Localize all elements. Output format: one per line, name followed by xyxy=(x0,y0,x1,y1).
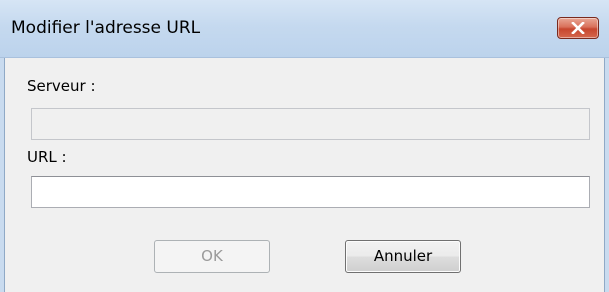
server-label: Serveur : xyxy=(27,77,96,95)
url-label: URL : xyxy=(27,148,67,166)
window-frame-right xyxy=(605,58,609,292)
window-title: Modifier l'adresse URL xyxy=(11,18,201,38)
close-icon xyxy=(571,22,585,34)
dialog-window: Modifier l'adresse URL Serveur : URL : O… xyxy=(0,0,609,292)
cancel-button[interactable]: Annuler xyxy=(345,240,461,273)
title-bar[interactable]: Modifier l'adresse URL xyxy=(0,0,609,58)
dialog-body: Serveur : URL : OK Annuler xyxy=(4,58,605,292)
close-button[interactable] xyxy=(557,17,599,39)
server-field xyxy=(31,108,590,140)
url-field[interactable] xyxy=(31,176,590,208)
ok-button: OK xyxy=(154,240,270,273)
